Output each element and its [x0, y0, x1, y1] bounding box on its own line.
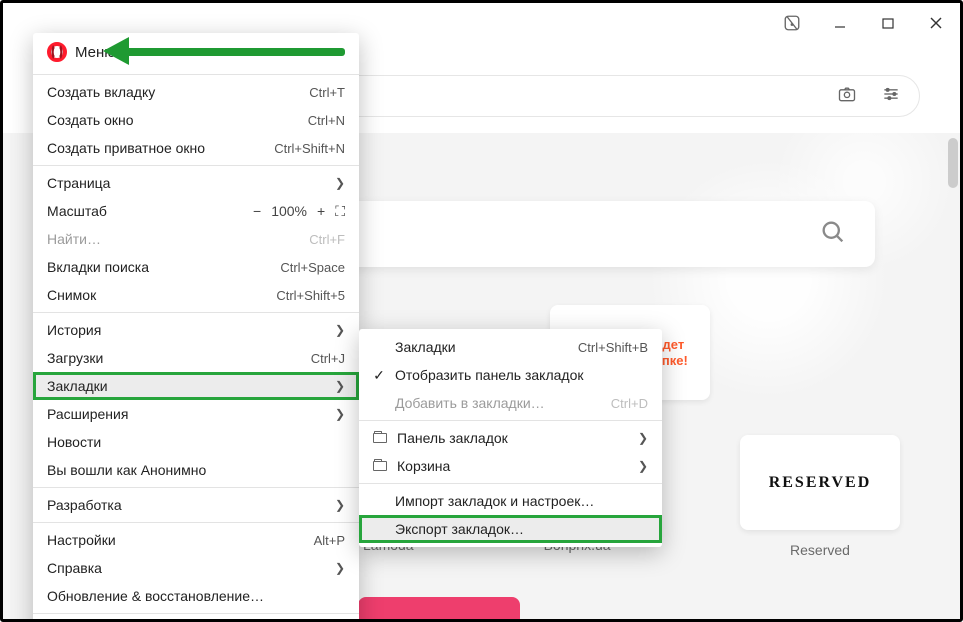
menu-new-window[interactable]: Создать окноCtrl+N: [33, 106, 359, 134]
chevron-right-icon: ❯: [335, 379, 345, 393]
menu-zoom[interactable]: Масштаб − 100% + ⛶: [33, 197, 359, 225]
tile-label: Reserved: [790, 542, 850, 558]
browser-window: для поиска или веб-адрес рнете B I G L: [0, 0, 963, 622]
menu-snapshot[interactable]: СнимокCtrl+Shift+5: [33, 281, 359, 309]
search-icon: [819, 218, 847, 251]
fullscreen-icon[interactable]: ⛶: [335, 203, 345, 220]
submenu-show-bookmarks-bar[interactable]: ✓Отобразить панель закладок: [359, 361, 662, 389]
maximize-button[interactable]: [864, 3, 912, 43]
tutorial-arrow: [103, 43, 345, 59]
menu-help[interactable]: Справка❯: [33, 554, 359, 582]
window-controls: [768, 3, 960, 43]
menu-update-restore[interactable]: Обновление & восстановление…: [33, 582, 359, 610]
menu-search-tabs[interactable]: Вкладки поискаCtrl+Space: [33, 253, 359, 281]
minimize-button[interactable]: [816, 3, 864, 43]
arrow-shaft: [125, 48, 345, 56]
submenu-add-bookmark: Добавить в закладки… Ctrl+D: [359, 389, 662, 417]
chevron-right-icon: ❯: [335, 323, 345, 337]
check-icon: ✓: [373, 367, 385, 384]
menu-history[interactable]: История❯: [33, 316, 359, 344]
reserved-logo: RESERVED: [769, 474, 872, 492]
menu-new-private-window[interactable]: Создать приватное окноCtrl+Shift+N: [33, 134, 359, 162]
chevron-right-icon: ❯: [335, 407, 345, 421]
submenu-bookmarks-trash[interactable]: Корзина ❯: [359, 452, 662, 480]
partial-tile-pink[interactable]: [358, 597, 520, 619]
main-menu: Меню Создать вкладкуCtrl+T Создать окноC…: [33, 33, 359, 622]
bookmarks-submenu: Закладки Ctrl+Shift+B ✓Отобразить панель…: [359, 329, 662, 547]
folder-icon: [373, 433, 387, 443]
menu-settings[interactable]: НастройкиAlt+P: [33, 526, 359, 554]
menu-exit[interactable]: Выход из программы: [33, 617, 359, 622]
easy-setup-icon[interactable]: [881, 84, 901, 109]
submenu-export-bookmarks[interactable]: Экспорт закладок…: [359, 515, 662, 543]
zoom-value: 100%: [271, 203, 307, 219]
tile-reserved[interactable]: RESERVED Reserved: [740, 435, 900, 558]
submenu-bookmarks-panel[interactable]: Панель закладок ❯: [359, 424, 662, 452]
camera-icon[interactable]: [837, 84, 857, 109]
close-button[interactable]: [912, 3, 960, 43]
chevron-right-icon: ❯: [335, 498, 345, 512]
menu-news[interactable]: Новости: [33, 428, 359, 456]
folder-icon: [373, 461, 387, 471]
submenu-bookmarks-manager[interactable]: Закладки Ctrl+Shift+B: [359, 333, 662, 361]
chevron-right-icon: ❯: [638, 431, 648, 445]
chevron-right-icon: ❯: [335, 561, 345, 575]
zoom-out-button[interactable]: −: [253, 203, 261, 219]
opera-logo-icon: [47, 42, 67, 62]
submenu-import-bookmarks[interactable]: Импорт закладок и настроек…: [359, 487, 662, 515]
screenshot-tool-icon[interactable]: [768, 3, 816, 43]
chevron-right-icon: ❯: [335, 176, 345, 190]
chevron-right-icon: ❯: [638, 459, 648, 473]
menu-downloads[interactable]: ЗагрузкиCtrl+J: [33, 344, 359, 372]
menu-developer[interactable]: Разработка❯: [33, 491, 359, 519]
zoom-in-button[interactable]: +: [317, 203, 325, 219]
menu-logged-as[interactable]: Вы вошли как Анонимно: [33, 456, 359, 484]
menu-extensions[interactable]: Расширения❯: [33, 400, 359, 428]
vertical-scrollbar[interactable]: [948, 138, 958, 188]
menu-find: Найти…Ctrl+F: [33, 225, 359, 253]
menu-new-tab[interactable]: Создать вкладкуCtrl+T: [33, 78, 359, 106]
menu-bookmarks[interactable]: Закладки❯: [33, 372, 359, 400]
menu-page[interactable]: Страница❯: [33, 169, 359, 197]
